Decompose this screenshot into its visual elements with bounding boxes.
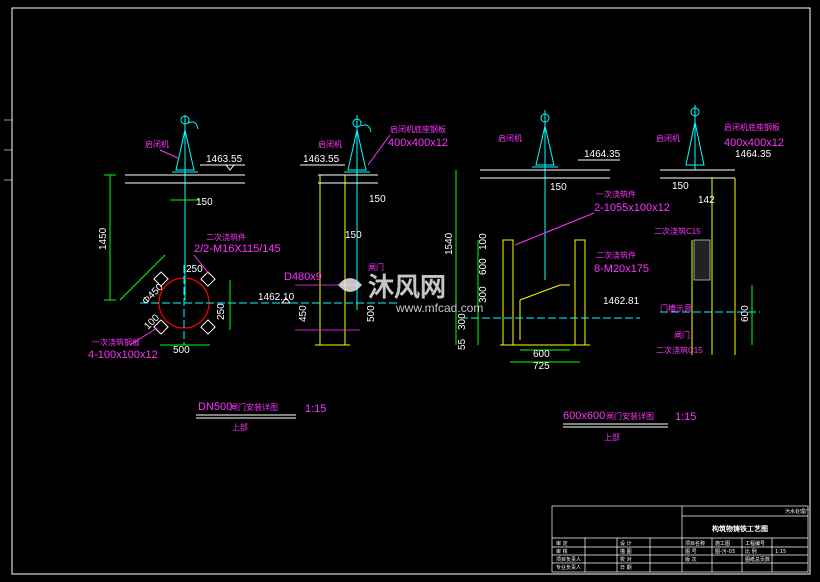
hoist-2 <box>344 115 372 175</box>
elev-label: 1463.55 <box>206 154 243 165</box>
dim-250: 250 <box>186 264 203 275</box>
dim-300b-3: 300 <box>457 313 468 330</box>
caption-right-scale: 1:15 <box>675 411 696 423</box>
dim-1450: 1450 <box>98 227 109 250</box>
tb-org: 污水处理厂 <box>785 508 810 515</box>
gate-label-4: 闸门 <box>674 330 690 340</box>
tb-drawing-title: 构筑物铸铁工艺图 <box>712 524 768 533</box>
watermark-url: www.mfcad.com <box>395 301 483 315</box>
hoist-1 <box>172 115 199 175</box>
tb-rr2c0: 版 次 <box>685 556 697 563</box>
tb-rr0c0: 项目名称 <box>685 540 705 547</box>
hoist-label: 启闭机 <box>145 139 169 149</box>
plate-spec-2: 400x400x12 <box>388 137 448 149</box>
view-3: 1464.35 150 启闭机 1540 一次浇筑件 2-1055x100x12… <box>444 110 670 372</box>
caption-left-title: DN500 <box>198 401 232 413</box>
note-part2-3: 二次浇筑件 <box>596 250 636 260</box>
watermark-cn: 沐风网 <box>368 273 446 303</box>
dim-150: 150 <box>196 197 213 208</box>
dim-150-2: 150 <box>369 194 386 205</box>
hoist-label-4: 启闭机 <box>656 133 680 143</box>
tb-rr1c0: 图 号 <box>685 549 697 555</box>
left-strip <box>4 119 13 200</box>
note-spec2-3: 8-M20x175 <box>594 263 649 275</box>
caption-left-title-sub: 闸门安装详图 <box>230 402 278 412</box>
watermark-logo-icon <box>338 278 362 292</box>
tb-r3c2: 日 期 <box>620 565 632 571</box>
cad-drawing: 1450 150 1463.55 启闭机 Φ450 100 500 250 25… <box>4 7 811 575</box>
tb-rr2c2: 图纸总页数 <box>745 556 770 563</box>
conc2-label: 二次浇筑C15 <box>656 345 703 355</box>
tb-r0c2: 设 计 <box>620 540 632 547</box>
pipe-d480: D480x9 <box>284 271 322 283</box>
dim-100: 100 <box>142 312 162 332</box>
caption-right-title-sub: 闸门安装详图 <box>606 411 654 421</box>
dim-150-3: 150 <box>550 182 567 193</box>
conc1-label: 二次浇筑C15 <box>654 226 701 236</box>
view-1: 1450 150 1463.55 启闭机 Φ450 100 500 250 25… <box>88 115 295 361</box>
tb-r3c0: 专业负责人 <box>556 564 581 571</box>
wall-2 <box>315 175 350 346</box>
dim-600v-3: 600 <box>478 258 489 275</box>
elev-label-3: 1464.35 <box>584 149 621 160</box>
dim-142-4: 142 <box>698 195 715 206</box>
note-secondary: 二次浇筑件 <box>206 232 246 242</box>
tb-rr0c2: 工程编号 <box>745 540 765 547</box>
dim-450-2: 450 <box>298 305 309 322</box>
plate-label-4: 启闭机底座钢板 <box>724 122 780 132</box>
dim-150-2b: 150 <box>345 230 362 241</box>
side-label: 门槽示意 <box>660 303 692 313</box>
tb-r1c2: 描 图 <box>620 548 632 555</box>
note-plate-spec: 4-100x100x12 <box>88 349 158 361</box>
note-secondary-spec: 2/2-M16X115/145 <box>194 243 281 255</box>
plate-spec-4: 400x400x12 <box>724 137 784 149</box>
watermark: 沐风网 www.mfcad.com <box>338 273 483 315</box>
dim-150-4: 150 <box>672 181 689 192</box>
dim-250v: 250 <box>216 303 227 320</box>
tb-r1c0: 审 核 <box>556 548 568 555</box>
view-4: 1464.35 150 142 启闭机 启闭机底座钢板 400x400x12 二… <box>654 105 784 355</box>
dim-55-3: 55 <box>457 338 468 350</box>
dim-100-3: 100 <box>478 233 489 250</box>
concrete-hatch <box>693 239 711 281</box>
hoist-3 <box>532 110 558 170</box>
dim-600-4: 600 <box>740 305 751 322</box>
caption-left-scale: 1:15 <box>305 403 326 415</box>
hoist-4 <box>685 105 705 170</box>
tb-rr0c1: 施工图 <box>715 540 730 547</box>
caption-right-title: 600x600 <box>563 410 605 422</box>
tb-r0c0: 审 定 <box>556 540 568 547</box>
plate-label-2: 启闭机底座钢板 <box>390 124 446 134</box>
caption-right-sub: 上部 <box>604 432 620 442</box>
note-spec-3: 2-1055x100x12 <box>594 202 670 214</box>
note-plate: 一次浇筑钢板 <box>92 337 140 347</box>
elev-label-4: 1464.35 <box>735 149 772 160</box>
dim-500: 500 <box>173 345 190 356</box>
tb-rr1c2: 比 例 <box>745 548 757 555</box>
hoist-label-2: 启闭机 <box>318 139 342 149</box>
elev-label-2: 1463.55 <box>303 154 340 165</box>
gate-label-2: 闸门 <box>368 262 384 272</box>
hoist-label-3: 启闭机 <box>498 133 522 143</box>
note-part-3: 一次浇筑件 <box>596 189 636 199</box>
tb-rr1c1: 图-污-03 <box>715 548 735 555</box>
dim-725-3: 725 <box>533 361 550 372</box>
dim-500-2: 500 <box>366 305 377 322</box>
tb-r2c0: 项目负责人 <box>556 556 581 563</box>
caption-left-sub: 上部 <box>232 422 248 432</box>
dim-1540: 1540 <box>444 232 455 255</box>
caption-left: DN500 闸门安装详图 1:15 上部 <box>196 401 326 432</box>
caption-right: 600x600 闸门安装详图 1:15 上部 <box>563 410 696 442</box>
tb-rr1c3: 1:15 <box>775 549 786 555</box>
tb-r2c2: 校 对 <box>620 556 632 563</box>
elev-pipe-3: 1462.81 <box>603 296 640 307</box>
dim-600-3: 600 <box>533 349 550 360</box>
